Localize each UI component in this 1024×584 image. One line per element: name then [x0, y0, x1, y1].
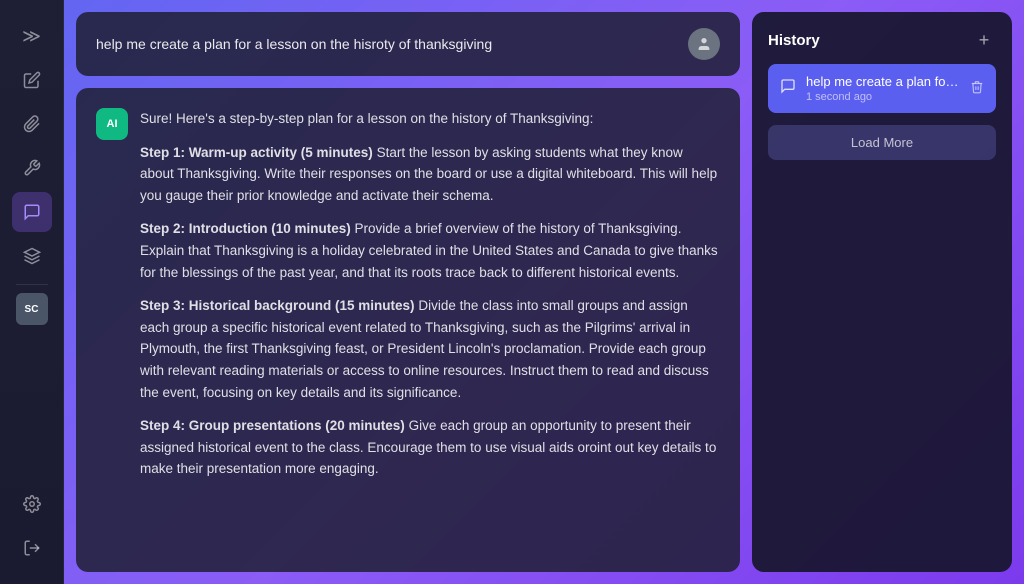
ai-response: AI Sure! Here's a step-by-step plan for … — [76, 88, 740, 572]
chat-bubble-icon — [780, 78, 796, 99]
user-message: help me create a plan for a lesson on th… — [76, 12, 740, 76]
history-header: History + — [768, 28, 996, 52]
user-avatar — [688, 28, 720, 60]
history-add-button[interactable]: + — [972, 28, 996, 52]
chat-icon[interactable] — [12, 192, 52, 232]
logout-icon[interactable] — [12, 528, 52, 568]
ai-step-3: Step 3: Historical background (15 minute… — [140, 295, 720, 403]
sidebar-divider — [16, 284, 48, 285]
chevrons-icon[interactable]: ≫ — [12, 16, 52, 56]
history-title: History — [768, 32, 820, 49]
step-3-label: Step 3: Historical background (15 minute… — [140, 298, 415, 313]
step-1-label: Step 1: Warm-up activity (5 minutes) — [140, 145, 373, 160]
edit-icon[interactable] — [12, 60, 52, 100]
ai-step-2: Step 2: Introduction (10 minutes) Provid… — [140, 218, 720, 283]
ai-step-1: Step 1: Warm-up activity (5 minutes) Sta… — [140, 142, 720, 207]
avatar[interactable]: SC — [16, 293, 48, 325]
ai-heading: Sure! Here's a step-by-step plan for a l… — [140, 108, 720, 130]
ai-step-4: Step 4: Group presentations (20 minutes)… — [140, 415, 720, 480]
chat-area: help me create a plan for a lesson on th… — [76, 12, 740, 572]
main-content: help me create a plan for a lesson on th… — [64, 0, 1024, 584]
paperclip-icon[interactable] — [12, 104, 52, 144]
history-item-text: help me create a plan for a... — [806, 74, 960, 89]
load-more-button[interactable]: Load More — [768, 125, 996, 160]
sidebar: ≫ — [0, 0, 64, 584]
history-panel: History + help me create a plan for a...… — [752, 12, 1012, 572]
history-item[interactable]: help me create a plan for a... 1 second … — [768, 64, 996, 113]
sidebar-bottom — [12, 484, 52, 568]
history-item-content: help me create a plan for a... 1 second … — [806, 74, 960, 103]
step-4-label: Step 4: Group presentations (20 minutes) — [140, 418, 405, 433]
step-2-label: Step 2: Introduction (10 minutes) — [140, 221, 351, 236]
history-item-time: 1 second ago — [806, 91, 960, 103]
layers-icon[interactable] — [12, 236, 52, 276]
ai-avatar: AI — [96, 108, 128, 140]
ai-content: Sure! Here's a step-by-step plan for a l… — [140, 108, 720, 552]
settings-icon[interactable] — [12, 484, 52, 524]
step-3-text: Divide the class into small groups and a… — [140, 298, 709, 399]
history-delete-button[interactable] — [970, 80, 984, 97]
sidebar-top: ≫ — [12, 16, 52, 476]
user-message-text: help me create a plan for a lesson on th… — [96, 36, 676, 52]
tools-icon[interactable] — [12, 148, 52, 188]
